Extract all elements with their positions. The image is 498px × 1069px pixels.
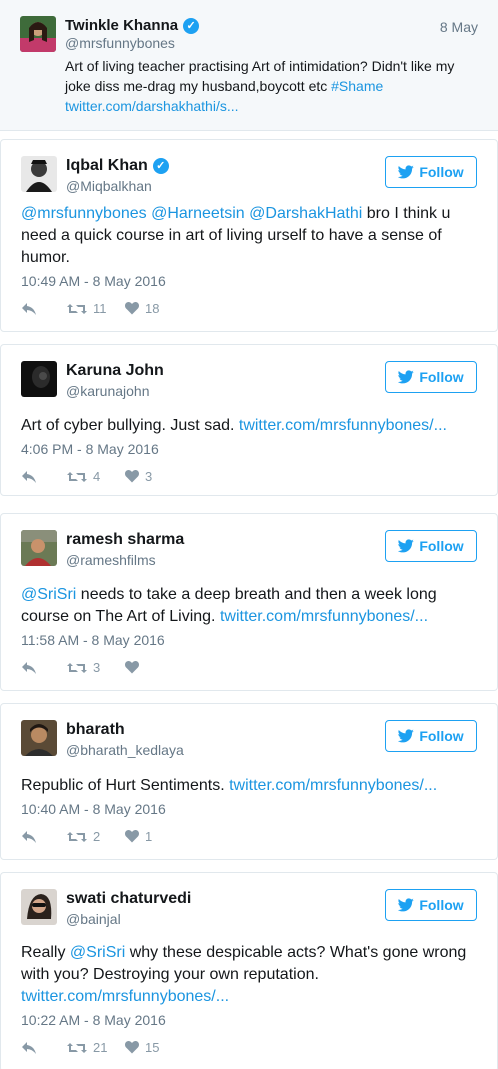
retweet-button[interactable]: 3 (67, 660, 125, 675)
tweet-timestamp[interactable]: 4:06 PM - 8 May 2016 (21, 441, 159, 457)
bird-icon (398, 729, 415, 743)
avatar[interactable] (21, 720, 57, 756)
follow-button[interactable]: Follow (385, 361, 477, 393)
heart-icon (125, 470, 139, 483)
like-button[interactable] (125, 661, 145, 674)
hashtag-link[interactable]: #Shame (331, 78, 383, 94)
author-name[interactable]: Iqbal Khan ✓ (66, 157, 169, 175)
retweet-icon (67, 471, 87, 482)
tweet-link[interactable]: twitter.com/darshakhathi/s... (65, 98, 239, 114)
like-button[interactable]: 15 (125, 1040, 159, 1055)
avatar[interactable] (21, 361, 57, 397)
tweet-link[interactable]: twitter.com/mrsfunnybones/... (239, 417, 447, 434)
bird-icon (398, 370, 415, 384)
author-name[interactable]: swati chaturvedi (66, 890, 191, 908)
tweet-link[interactable]: twitter.com/mrsfunnybones/... (220, 608, 428, 625)
follow-button[interactable]: Follow (385, 889, 477, 921)
retweet-button[interactable]: 4 (67, 469, 125, 484)
like-button[interactable]: 18 (125, 301, 159, 316)
tweet-text: @SriSri needs to take a deep breath and … (21, 586, 437, 625)
retweet-button[interactable]: 2 (67, 829, 125, 844)
retweet-icon (67, 831, 87, 842)
tweet-card: Iqbal Khan ✓ @Miqbalkhan Follow @mrsfunn… (0, 139, 498, 332)
reply-button[interactable] (21, 302, 67, 316)
author-handle[interactable]: @mrsfunnybones (65, 35, 175, 51)
heart-icon (125, 302, 139, 315)
reply-icon (22, 661, 36, 674)
reply-icon (22, 1041, 36, 1054)
retweet-icon (67, 1042, 87, 1053)
retweet-icon (67, 662, 87, 673)
reply-button[interactable] (21, 470, 67, 484)
reply-button[interactable] (21, 1041, 67, 1055)
heart-icon (125, 661, 139, 674)
bird-icon (398, 898, 415, 912)
author-handle[interactable]: @bharath_kedlaya (66, 742, 184, 758)
author-handle[interactable]: @karunajohn (66, 383, 150, 399)
tweet-card: ramesh sharma @rameshfilms Follow @SriSr… (0, 513, 498, 691)
author-handle[interactable]: @Miqbalkhan (66, 178, 152, 194)
avatar[interactable] (21, 889, 57, 925)
reply-button[interactable] (21, 661, 67, 675)
author-name[interactable]: bharath (66, 721, 125, 739)
retweet-button[interactable]: 11 (67, 301, 125, 316)
tweet-link[interactable]: twitter.com/mrsfunnybones/... (21, 988, 229, 1005)
tweet-actions: 21 15 (21, 1040, 159, 1055)
tweet-card: Karuna John @karunajohn Follow Art of cy… (0, 344, 498, 496)
avatar[interactable] (20, 16, 56, 52)
avatar[interactable] (21, 530, 57, 566)
follow-button[interactable]: Follow (385, 156, 477, 188)
tweet-text: @mrsfunnybones @Harneetsin @DarshakHathi… (21, 205, 451, 266)
tweet-text: Republic of Hurt Sentiments. twitter.com… (21, 777, 438, 794)
bird-icon (398, 539, 415, 553)
author-name[interactable]: Karuna John (66, 362, 164, 380)
heart-icon (125, 830, 139, 843)
author-handle[interactable]: @rameshfilms (66, 552, 156, 568)
retweet-button[interactable]: 21 (67, 1040, 125, 1055)
tweet-timestamp[interactable]: 10:40 AM - 8 May 2016 (21, 801, 166, 817)
quoted-tweet: Twinkle Khanna ✓ @mrsfunnybones 8 May Ar… (0, 0, 498, 131)
follow-button[interactable]: Follow (385, 530, 477, 562)
reply-icon (22, 830, 36, 843)
avatar[interactable] (21, 156, 57, 192)
author-handle[interactable]: @bainjal (66, 911, 121, 927)
verified-icon: ✓ (183, 17, 200, 34)
mention-link[interactable]: @SriSri (21, 586, 76, 603)
tweet-date[interactable]: 8 May (440, 19, 478, 35)
author-name[interactable]: ramesh sharma (66, 531, 184, 549)
tweet-actions: 2 1 (21, 829, 152, 844)
bird-icon (398, 165, 415, 179)
reply-icon (22, 470, 36, 483)
like-button[interactable]: 3 (125, 469, 152, 484)
like-button[interactable]: 1 (125, 829, 152, 844)
reply-button[interactable] (21, 830, 67, 844)
mention-link[interactable]: @mrsfunnybones @Harneetsin @DarshakHathi (21, 205, 362, 222)
tweet-card: swati chaturvedi @bainjal Follow Really … (0, 872, 498, 1069)
heart-icon (125, 1041, 139, 1054)
retweet-icon (67, 303, 87, 314)
tweet-card: bharath @bharath_kedlaya Follow Republic… (0, 703, 498, 860)
reply-icon (22, 302, 36, 315)
tweet-actions: 3 (21, 660, 145, 675)
tweet-link[interactable]: twitter.com/mrsfunnybones/... (229, 777, 437, 794)
tweet-actions: 4 3 (21, 469, 152, 484)
tweet-actions: 11 18 (21, 301, 159, 316)
tweet-timestamp[interactable]: 10:22 AM - 8 May 2016 (21, 1012, 166, 1028)
tweet-text: Art of living teacher practising Art of … (65, 58, 455, 114)
tweet-text: Really @SriSri why these despicable acts… (21, 944, 467, 1005)
tweet-timestamp[interactable]: 10:49 AM - 8 May 2016 (21, 273, 166, 289)
verified-icon: ✓ (152, 158, 169, 174)
mention-link[interactable]: @SriSri (70, 944, 125, 961)
tweet-timestamp[interactable]: 11:58 AM - 8 May 2016 (21, 632, 165, 648)
tweet-text: Art of cyber bullying. Just sad. twitter… (21, 417, 447, 434)
author-name[interactable]: Twinkle Khanna ✓ (65, 17, 200, 34)
follow-button[interactable]: Follow (385, 720, 477, 752)
